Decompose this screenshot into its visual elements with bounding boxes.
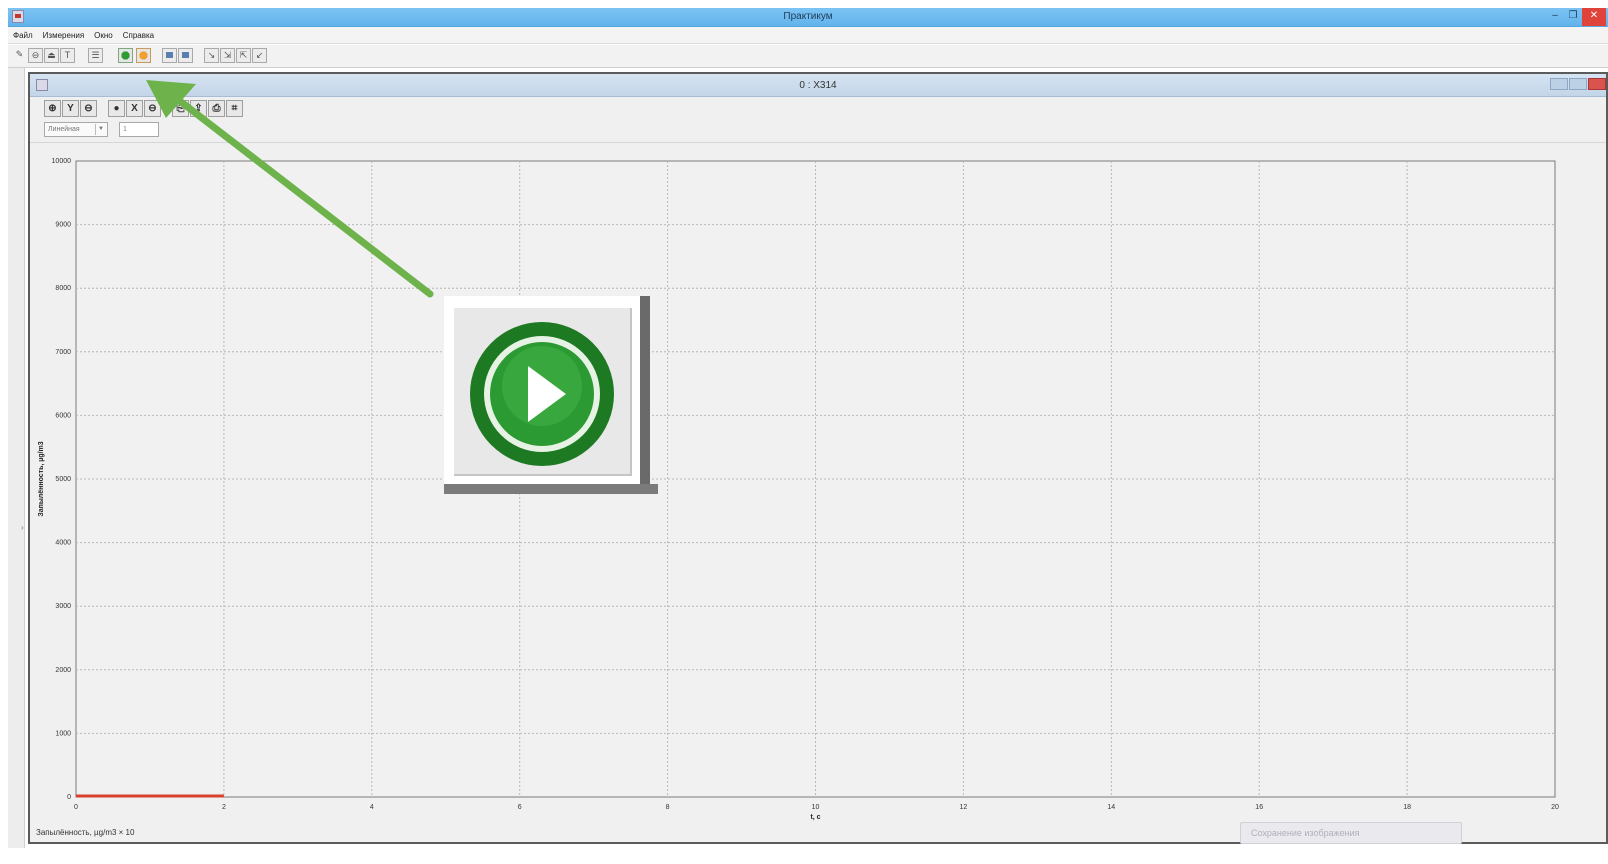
y-tick-label: 0 [67, 794, 71, 801]
notification-text: Сохранение изображения [1251, 828, 1360, 838]
play-icon[interactable] [468, 320, 616, 468]
callout-shadow-bottom [444, 484, 658, 494]
x-tick-label: 10 [812, 804, 820, 811]
y-tick-label: 7000 [55, 349, 71, 356]
x-axis-label: t, c [810, 814, 820, 821]
x-tick-label: 2 [222, 804, 226, 811]
x-tick-label: 8 [666, 804, 670, 811]
x-tick-label: 20 [1551, 804, 1559, 811]
y-tick-label: 10000 [52, 158, 72, 165]
x-tick-label: 16 [1255, 804, 1263, 811]
x-tick-label: 12 [960, 804, 968, 811]
y-tick-label: 2000 [55, 667, 71, 674]
x-tick-label: 18 [1403, 804, 1411, 811]
callout-face [444, 296, 640, 484]
x-tick-label: 4 [370, 804, 374, 811]
y-axis-label: Запылённость, µg/m3 [38, 441, 45, 516]
callout-shadow-right [640, 296, 650, 492]
x-tick-label: 0 [74, 804, 78, 811]
y-tick-label: 6000 [55, 412, 71, 419]
y-tick-label: 9000 [55, 222, 71, 229]
x-tick-label: 14 [1107, 804, 1115, 811]
x-tick-label: 6 [518, 804, 522, 811]
start-button-callout [444, 296, 658, 496]
y-tick-label: 5000 [55, 476, 71, 483]
chart[interactable]: 0 2 4 6 8 10 12 14 16 18 20 0 1000 2000 3000 4000 5000 60… [0, 0, 1608, 864]
notification-toast[interactable]: Сохранение изображения [1240, 822, 1462, 844]
y-tick-label: 8000 [55, 285, 71, 292]
y-tick-label: 1000 [55, 730, 71, 737]
y-tick-label: 4000 [55, 540, 71, 547]
y-tick-label: 3000 [55, 603, 71, 610]
